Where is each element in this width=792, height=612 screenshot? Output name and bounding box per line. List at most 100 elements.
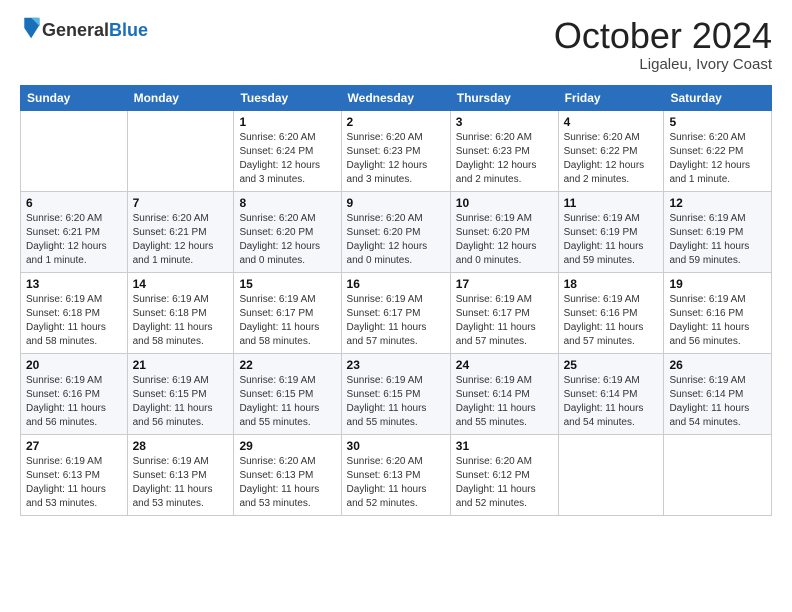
calendar-cell: 4 Sunrise: 6:20 AM Sunset: 6:22 PM Daylig… (558, 110, 664, 191)
calendar-week-row: 20Sunrise: 6:19 AM Sunset: 6:16 PM Dayli… (21, 353, 772, 434)
day-number: 31 (456, 439, 553, 453)
day-number: 7 (133, 196, 229, 210)
calendar-table: SundayMondayTuesdayWednesdayThursdayFrid… (20, 85, 772, 516)
day-number: 8 (239, 196, 335, 210)
col-header-sunday: Sunday (21, 85, 128, 110)
calendar-cell: 29 Sunrise: 6:20 AM Sunset: 6:13 PM Dayli… (234, 434, 341, 515)
day-number: 4 (564, 115, 659, 129)
day-number: 25 (564, 358, 659, 372)
day-info: Sunrise: 6:19 AM Sunset: 6:19 PM Dayligh… (564, 212, 659, 268)
day-number: 17 (456, 277, 553, 291)
day-info: Sunrise: 6:20 AM Sunset: 6:21 PM Dayligh… (133, 212, 229, 268)
day-info: Sunrise: 6:20 AM Sunset: 6:21 PM Dayligh… (26, 212, 122, 268)
day-number: 10 (456, 196, 553, 210)
day-number: 11 (564, 196, 659, 210)
calendar-cell: 26 Sunrise: 6:19 AM Sunset: 6:14 PM Dayli… (664, 353, 772, 434)
day-info: Sunrise: 6:20 AM Sunset: 6:24 PM Dayligh… (239, 131, 335, 187)
day-number: 3 (456, 115, 553, 129)
day-info: Sunrise: 6:19 AM Sunset: 6:18 PM Dayligh… (133, 293, 229, 349)
calendar-cell: 28 Sunrise: 6:19 AM Sunset: 6:13 PM Dayli… (127, 434, 234, 515)
calendar-cell: 6Sunrise: 6:20 AM Sunset: 6:21 PM Daylig… (21, 191, 128, 272)
day-info: Sunrise: 6:19 AM Sunset: 6:16 PM Dayligh… (564, 293, 659, 349)
day-info: Sunrise: 6:19 AM Sunset: 6:14 PM Dayligh… (456, 374, 553, 430)
calendar-cell: 22Sunrise: 6:19 AM Sunset: 6:15 PM Dayli… (234, 353, 341, 434)
day-info: Sunrise: 6:20 AM Sunset: 6:13 PM Dayligh… (239, 455, 335, 511)
calendar-week-row: 6Sunrise: 6:20 AM Sunset: 6:21 PM Daylig… (21, 191, 772, 272)
calendar-cell: 2Sunrise: 6:20 AM Sunset: 6:23 PM Daylig… (341, 110, 450, 191)
calendar-cell: 25 Sunrise: 6:19 AM Sunset: 6:14 PM Dayli… (558, 353, 664, 434)
page: GeneralBlue October 2024 Ligaleu, Ivory … (0, 0, 792, 612)
day-number: 30 (347, 439, 445, 453)
day-info: Sunrise: 6:19 AM Sunset: 6:15 PM Dayligh… (133, 374, 229, 430)
day-info: Sunrise: 6:19 AM Sunset: 6:14 PM Dayligh… (564, 374, 659, 430)
day-number: 24 (456, 358, 553, 372)
day-number: 15 (239, 277, 335, 291)
calendar-cell: 19Sunrise: 6:19 AM Sunset: 6:16 PM Dayli… (664, 272, 772, 353)
calendar-cell: 5Sunrise: 6:20 AM Sunset: 6:22 PM Daylig… (664, 110, 772, 191)
calendar-cell: 21Sunrise: 6:19 AM Sunset: 6:15 PM Dayli… (127, 353, 234, 434)
day-info: Sunrise: 6:19 AM Sunset: 6:13 PM Dayligh… (26, 455, 122, 511)
day-info: Sunrise: 6:19 AM Sunset: 6:17 PM Dayligh… (347, 293, 445, 349)
col-header-tuesday: Tuesday (234, 85, 341, 110)
day-number: 14 (133, 277, 229, 291)
calendar-header-row: SundayMondayTuesdayWednesdayThursdayFrid… (21, 85, 772, 110)
calendar-cell: 8Sunrise: 6:20 AM Sunset: 6:20 PM Daylig… (234, 191, 341, 272)
day-number: 28 (133, 439, 229, 453)
calendar-cell: 23Sunrise: 6:19 AM Sunset: 6:15 PM Dayli… (341, 353, 450, 434)
calendar-week-row: 1 Sunrise: 6:20 AM Sunset: 6:24 PM Daylig… (21, 110, 772, 191)
calendar-cell: 17 Sunrise: 6:19 AM Sunset: 6:17 PM Dayli… (450, 272, 558, 353)
calendar-cell (127, 110, 234, 191)
day-number: 1 (239, 115, 335, 129)
calendar-cell: 13Sunrise: 6:19 AM Sunset: 6:18 PM Dayli… (21, 272, 128, 353)
col-header-thursday: Thursday (450, 85, 558, 110)
day-number: 5 (669, 115, 766, 129)
calendar-cell: 20Sunrise: 6:19 AM Sunset: 6:16 PM Dayli… (21, 353, 128, 434)
calendar-cell: 12 Sunrise: 6:19 AM Sunset: 6:19 PM Dayli… (664, 191, 772, 272)
day-number: 9 (347, 196, 445, 210)
calendar-cell: 16 Sunrise: 6:19 AM Sunset: 6:17 PM Dayli… (341, 272, 450, 353)
day-info: Sunrise: 6:19 AM Sunset: 6:14 PM Dayligh… (669, 374, 766, 430)
calendar-cell: 11 Sunrise: 6:19 AM Sunset: 6:19 PM Dayli… (558, 191, 664, 272)
col-header-wednesday: Wednesday (341, 85, 450, 110)
col-header-saturday: Saturday (664, 85, 772, 110)
calendar-cell: 7 Sunrise: 6:20 AM Sunset: 6:21 PM Daylig… (127, 191, 234, 272)
header: GeneralBlue October 2024 Ligaleu, Ivory … (20, 16, 772, 73)
calendar-cell: 9 Sunrise: 6:20 AM Sunset: 6:20 PM Daylig… (341, 191, 450, 272)
day-info: Sunrise: 6:20 AM Sunset: 6:12 PM Dayligh… (456, 455, 553, 511)
day-info: Sunrise: 6:19 AM Sunset: 6:20 PM Dayligh… (456, 212, 553, 268)
location-subtitle: Ligaleu, Ivory Coast (554, 56, 772, 73)
day-number: 26 (669, 358, 766, 372)
day-info: Sunrise: 6:19 AM Sunset: 6:15 PM Dayligh… (239, 374, 335, 430)
calendar-cell: 18 Sunrise: 6:19 AM Sunset: 6:16 PM Dayli… (558, 272, 664, 353)
day-number: 16 (347, 277, 445, 291)
calendar-cell: 3 Sunrise: 6:20 AM Sunset: 6:23 PM Daylig… (450, 110, 558, 191)
day-info: Sunrise: 6:19 AM Sunset: 6:17 PM Dayligh… (456, 293, 553, 349)
logo-blue-text: Blue (109, 20, 148, 40)
day-number: 29 (239, 439, 335, 453)
col-header-monday: Monday (127, 85, 234, 110)
col-header-friday: Friday (558, 85, 664, 110)
day-info: Sunrise: 6:19 AM Sunset: 6:13 PM Dayligh… (133, 455, 229, 511)
day-info: Sunrise: 6:19 AM Sunset: 6:15 PM Dayligh… (347, 374, 445, 430)
month-title: October 2024 (554, 16, 772, 56)
day-info: Sunrise: 6:19 AM Sunset: 6:17 PM Dayligh… (239, 293, 335, 349)
calendar-cell: 10 Sunrise: 6:19 AM Sunset: 6:20 PM Dayli… (450, 191, 558, 272)
day-number: 2 (347, 115, 445, 129)
logo-icon (22, 16, 42, 40)
calendar-cell: 30Sunrise: 6:20 AM Sunset: 6:13 PM Dayli… (341, 434, 450, 515)
day-number: 27 (26, 439, 122, 453)
calendar-cell: 24 Sunrise: 6:19 AM Sunset: 6:14 PM Dayli… (450, 353, 558, 434)
day-number: 18 (564, 277, 659, 291)
day-info: Sunrise: 6:20 AM Sunset: 6:22 PM Dayligh… (564, 131, 659, 187)
day-info: Sunrise: 6:19 AM Sunset: 6:19 PM Dayligh… (669, 212, 766, 268)
day-info: Sunrise: 6:20 AM Sunset: 6:20 PM Dayligh… (347, 212, 445, 268)
calendar-cell (664, 434, 772, 515)
day-number: 12 (669, 196, 766, 210)
day-number: 20 (26, 358, 122, 372)
day-info: Sunrise: 6:19 AM Sunset: 6:18 PM Dayligh… (26, 293, 122, 349)
day-info: Sunrise: 6:20 AM Sunset: 6:23 PM Dayligh… (456, 131, 553, 187)
calendar-week-row: 13Sunrise: 6:19 AM Sunset: 6:18 PM Dayli… (21, 272, 772, 353)
calendar-cell: 1 Sunrise: 6:20 AM Sunset: 6:24 PM Daylig… (234, 110, 341, 191)
calendar-week-row: 27 Sunrise: 6:19 AM Sunset: 6:13 PM Dayli… (21, 434, 772, 515)
title-block: October 2024 Ligaleu, Ivory Coast (554, 16, 772, 73)
